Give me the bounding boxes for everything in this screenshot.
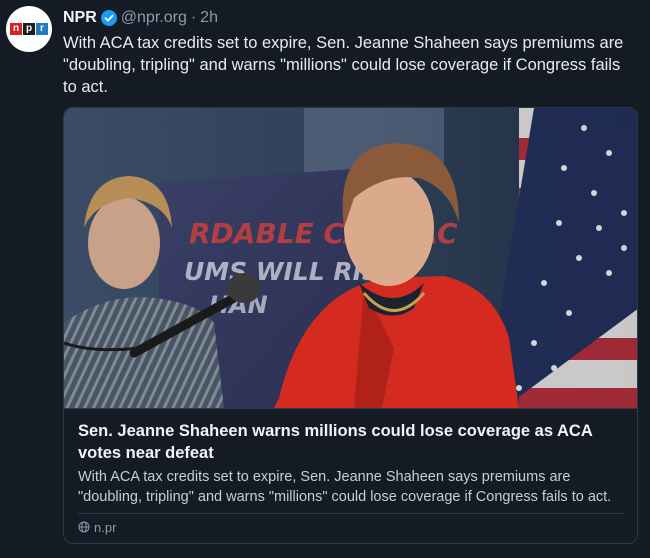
verified-badge-icon <box>100 10 117 26</box>
author-name[interactable]: NPR <box>63 9 97 27</box>
card-title[interactable]: Sen. Jeanne Shaheen warns millions could… <box>78 420 628 464</box>
npr-logo: n p r <box>10 23 48 35</box>
card-divider <box>64 408 637 409</box>
card-image: RDABLE CARE AC UMS WILL RISE HAN <box>64 108 637 408</box>
card-description: With ACA tax credits set to expire, Sen.… <box>78 469 612 505</box>
post-text: With ACA tax credits set to expire, Sen.… <box>63 34 624 96</box>
avatar[interactable]: n p r <box>6 6 52 52</box>
separator-dot: · <box>190 9 197 26</box>
domain-text: n.pr <box>94 519 117 535</box>
link-card[interactable]: RDABLE CARE AC UMS WILL RISE HAN Sen. Je… <box>63 107 638 544</box>
post-header: NPR @npr.org · 2h <box>63 8 218 28</box>
card-separator <box>78 513 624 514</box>
social-post: n p r NPR @npr.org · 2h With ACA tax cre… <box>0 0 650 558</box>
author-handle[interactable]: @npr.org <box>121 9 187 27</box>
timestamp[interactable]: 2h <box>200 9 218 27</box>
globe-icon <box>78 521 90 533</box>
card-domain: n.pr <box>78 517 116 537</box>
